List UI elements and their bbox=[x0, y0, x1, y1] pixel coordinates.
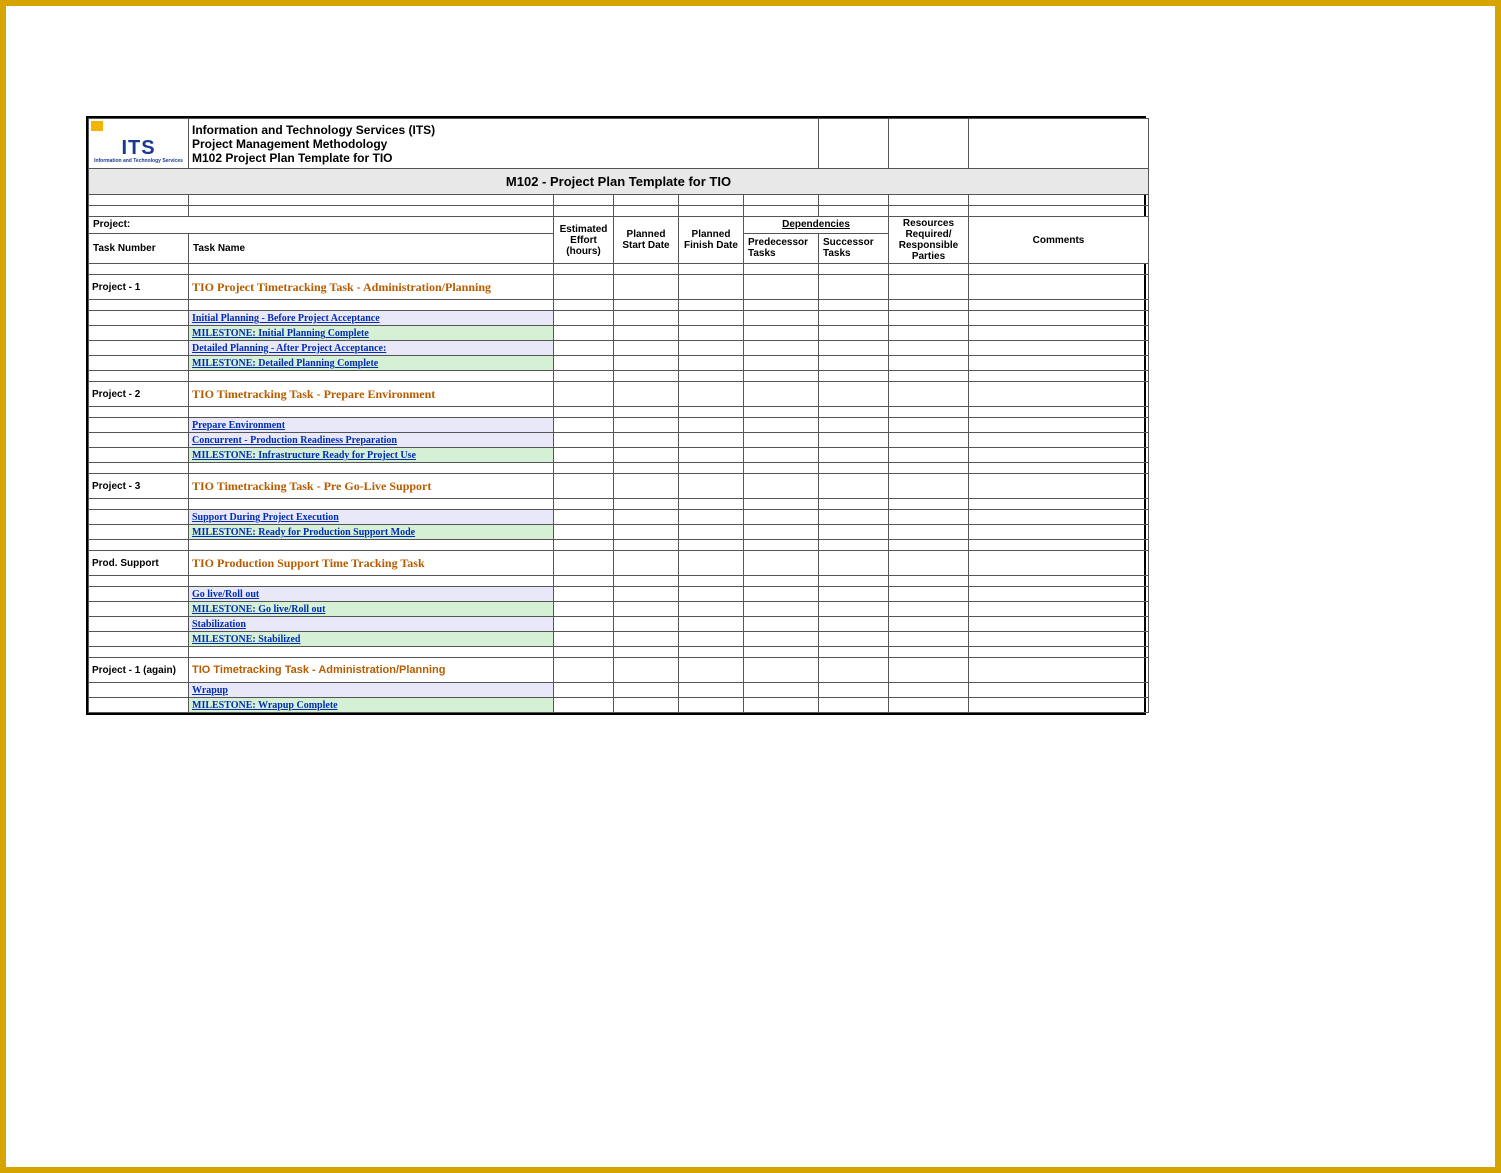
task-name: Stabilization bbox=[189, 617, 554, 632]
task-number-cell bbox=[89, 602, 189, 617]
col-predecessor: PredecessorTasks bbox=[744, 233, 819, 263]
logo-subtext: Information and Technology Services bbox=[91, 158, 186, 164]
milestone-name: MILESTONE: Ready for Production Support … bbox=[189, 525, 554, 540]
section-title: TIO Timetracking Task - Prepare Environm… bbox=[189, 382, 554, 407]
col-successor: SuccessorTasks bbox=[819, 233, 889, 263]
task-name: Support During Project Execution bbox=[189, 510, 554, 525]
section-title: TIO Timetracking Task - Pre Go-Live Supp… bbox=[189, 474, 554, 499]
logo-text: ITS bbox=[91, 137, 186, 160]
col-planned-finish: PlannedFinish Date bbox=[679, 217, 744, 264]
col-resources: ResourcesRequired/ResponsibleParties bbox=[889, 217, 969, 264]
task-name: Prepare Environment bbox=[189, 418, 554, 433]
task-name: Go live/Roll out bbox=[189, 587, 554, 602]
milestone-link[interactable]: MILESTONE: Wrapup Complete bbox=[192, 700, 338, 711]
task-number-cell bbox=[89, 326, 189, 341]
milestone-name: MILESTONE: Wrapup Complete bbox=[189, 698, 554, 713]
task-link[interactable]: Prepare Environment bbox=[192, 420, 285, 431]
milestone-name: MILESTONE: Detailed Planning Complete bbox=[189, 356, 554, 371]
task-number-cell bbox=[89, 311, 189, 326]
section-number: Project - 1 (again) bbox=[89, 658, 189, 683]
section-title: TIO Timetracking Task - Administration/P… bbox=[189, 658, 554, 683]
milestone-name: MILESTONE: Initial Planning Complete bbox=[189, 326, 554, 341]
header-line-2: Project Management Methodology bbox=[192, 137, 815, 151]
milestone-name: MILESTONE: Stabilized bbox=[189, 632, 554, 647]
task-name: Detailed Planning - After Project Accept… bbox=[189, 341, 554, 356]
milestone-link[interactable]: MILESTONE: Infrastructure Ready for Proj… bbox=[192, 450, 416, 461]
milestone-link[interactable]: MILESTONE: Initial Planning Complete bbox=[192, 328, 369, 339]
task-name: Initial Planning - Before Project Accept… bbox=[189, 311, 554, 326]
logo-cell: ITSInformation and Technology Services bbox=[89, 119, 189, 169]
milestone-link[interactable]: MILESTONE: Ready for Production Support … bbox=[192, 527, 415, 538]
col-task-name: Task Name bbox=[189, 233, 554, 263]
page-frame: ITSInformation and Technology ServicesIn… bbox=[0, 0, 1501, 1173]
header-line-3: M102 Project Plan Template for TIO bbox=[192, 151, 815, 165]
section-number: Project - 3 bbox=[89, 474, 189, 499]
task-link[interactable]: Go live/Roll out bbox=[192, 589, 259, 600]
plan-table: ITSInformation and Technology ServicesIn… bbox=[88, 118, 1149, 713]
task-number-cell bbox=[89, 587, 189, 602]
section-number: Prod. Support bbox=[89, 551, 189, 576]
task-number-cell bbox=[89, 632, 189, 647]
title-banner: M102 - Project Plan Template for TIO bbox=[89, 169, 1149, 195]
col-estimated-effort: EstimatedEffort(hours) bbox=[554, 217, 614, 264]
task-number-cell bbox=[89, 341, 189, 356]
project-label: Project: bbox=[89, 217, 554, 234]
task-link[interactable]: Stabilization bbox=[192, 619, 246, 630]
task-number-cell bbox=[89, 356, 189, 371]
section-number: Project - 1 bbox=[89, 275, 189, 300]
task-number-cell bbox=[89, 448, 189, 463]
spreadsheet: ITSInformation and Technology ServicesIn… bbox=[86, 116, 1146, 715]
task-number-cell bbox=[89, 525, 189, 540]
section-title: TIO Production Support Time Tracking Tas… bbox=[189, 551, 554, 576]
task-number-cell bbox=[89, 433, 189, 448]
task-number-cell bbox=[89, 418, 189, 433]
task-number-cell bbox=[89, 698, 189, 713]
col-task-number: Task Number bbox=[89, 233, 189, 263]
logo-badge-icon bbox=[91, 121, 103, 131]
task-link[interactable]: Concurrent - Production Readiness Prepar… bbox=[192, 435, 397, 446]
col-comments: Comments bbox=[969, 217, 1149, 264]
section-title: TIO Project Timetracking Task - Administ… bbox=[189, 275, 554, 300]
task-name: Wrapup bbox=[189, 683, 554, 698]
section-number: Project - 2 bbox=[89, 382, 189, 407]
task-link[interactable]: Initial Planning - Before Project Accept… bbox=[192, 313, 380, 324]
milestone-link[interactable]: MILESTONE: Stabilized bbox=[192, 634, 300, 645]
task-link[interactable]: Detailed Planning - After Project Accept… bbox=[192, 343, 386, 354]
task-number-cell bbox=[89, 683, 189, 698]
milestone-link[interactable]: MILESTONE: Detailed Planning Complete bbox=[192, 358, 378, 369]
header-lines: Information and Technology Services (ITS… bbox=[189, 119, 819, 169]
milestone-name: MILESTONE: Go live/Roll out bbox=[189, 602, 554, 617]
col-planned-start: PlannedStart Date bbox=[614, 217, 679, 264]
header-line-1: Information and Technology Services (ITS… bbox=[192, 123, 815, 137]
col-dependencies: Dependencies bbox=[744, 217, 889, 234]
task-link[interactable]: Support During Project Execution bbox=[192, 512, 339, 523]
task-link[interactable]: Wrapup bbox=[192, 685, 228, 696]
milestone-link[interactable]: MILESTONE: Go live/Roll out bbox=[192, 604, 325, 615]
milestone-name: MILESTONE: Infrastructure Ready for Proj… bbox=[189, 448, 554, 463]
task-number-cell bbox=[89, 617, 189, 632]
task-name: Concurrent - Production Readiness Prepar… bbox=[189, 433, 554, 448]
task-number-cell bbox=[89, 510, 189, 525]
